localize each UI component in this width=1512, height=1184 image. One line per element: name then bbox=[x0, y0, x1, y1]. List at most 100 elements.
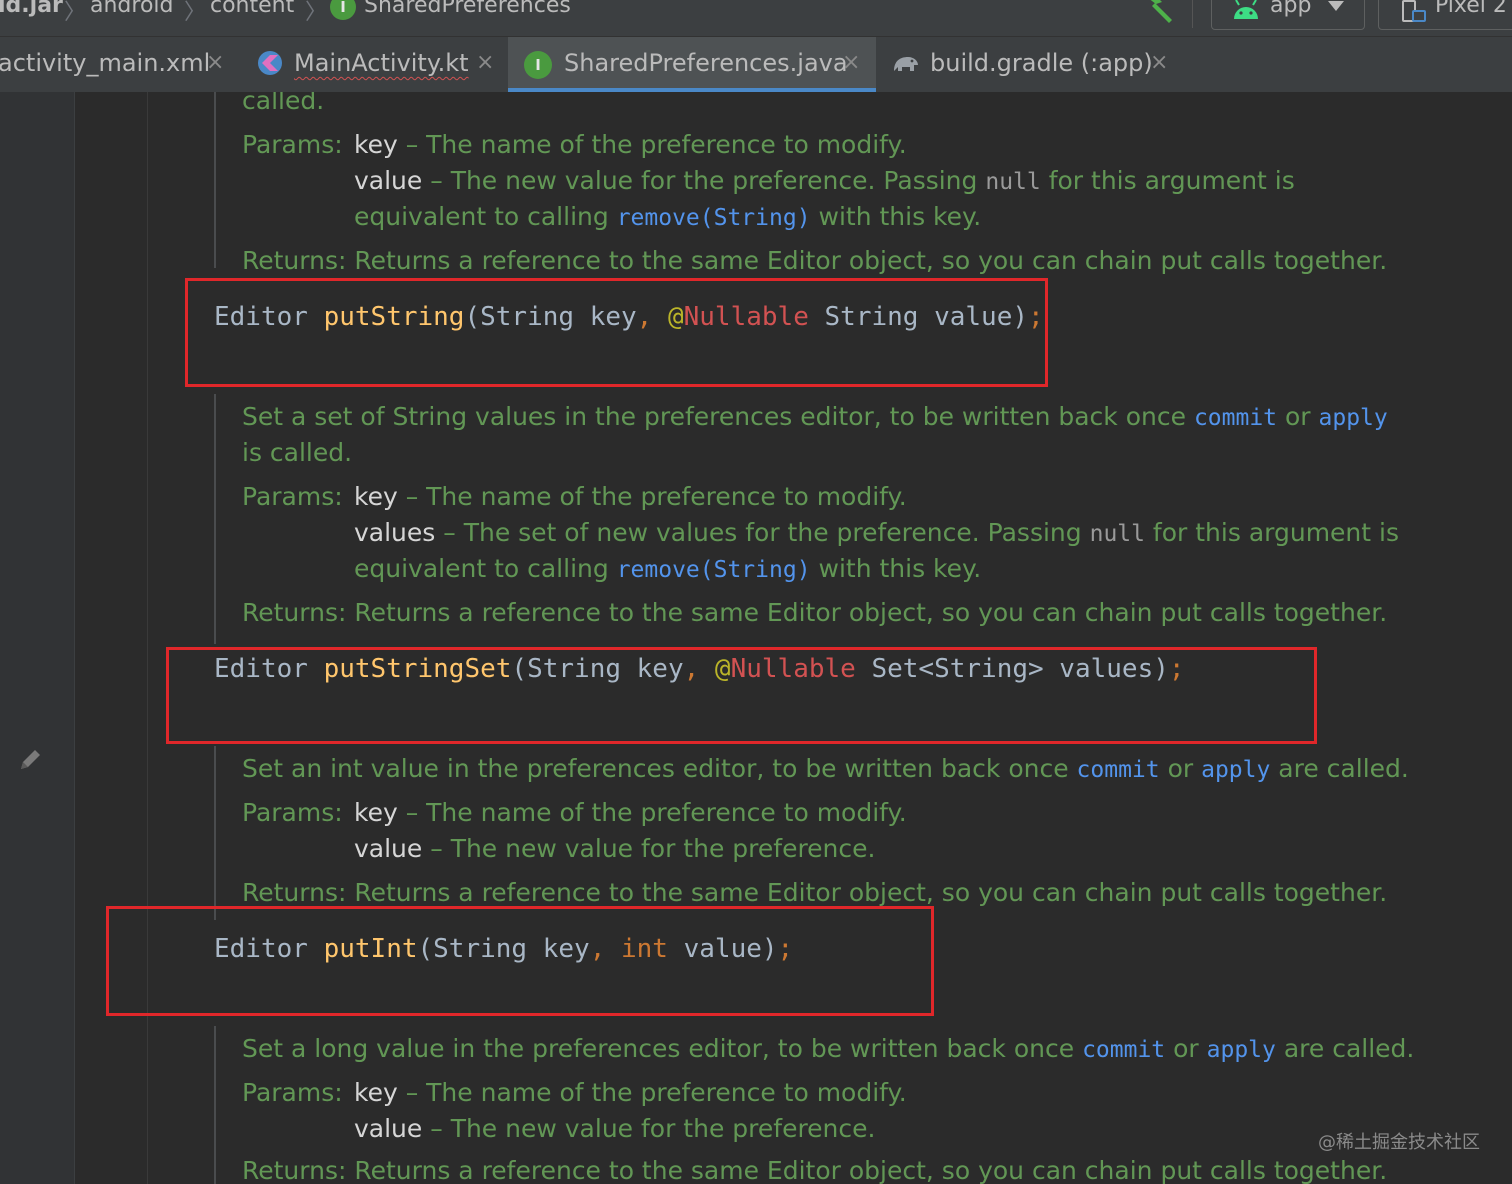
highlight-box-putint bbox=[106, 906, 934, 1016]
tab-sharedpreferences-java[interactable]: I SharedPreferences.java × bbox=[508, 37, 876, 92]
tab-activity-main-xml[interactable]: activity_main.xml × bbox=[0, 37, 240, 92]
tab-build-gradle[interactable]: build.gradle (:app) × bbox=[876, 37, 1176, 92]
doc-text-line: Set a set of String values in the prefer… bbox=[242, 402, 1388, 431]
breadcrumb-item-sharedpreferences[interactable]: SharedPreferences bbox=[364, 0, 571, 18]
doc-param-value: value – The new value for the preference… bbox=[354, 166, 1295, 195]
remove-link[interactable]: remove(String) bbox=[617, 557, 811, 583]
android-icon bbox=[1234, 0, 1258, 19]
doc-text: Set an int value in the preferences edit… bbox=[242, 754, 1077, 783]
apply-link[interactable]: apply bbox=[1207, 1037, 1276, 1063]
returns-text: Returns a reference to the same Editor o… bbox=[346, 878, 1388, 907]
param-description: – The name of the preference to modify. bbox=[397, 130, 907, 159]
doc-text-line: equivalent to calling remove(String) wit… bbox=[354, 554, 981, 583]
doc-comment-bar bbox=[214, 92, 216, 268]
param-description: – The name of the preference to modify. bbox=[397, 1078, 907, 1107]
doc-param-values: values – The set of new values for the p… bbox=[354, 518, 1399, 547]
null-literal: null bbox=[985, 169, 1041, 195]
build-hammer-icon[interactable] bbox=[1142, 0, 1176, 24]
returns-text: Returns a reference to the same Editor o… bbox=[346, 1156, 1388, 1184]
param-description: for this argument is bbox=[1144, 518, 1399, 547]
editor-gutter bbox=[0, 92, 75, 1184]
doc-text: Set a long value in the preferences edit… bbox=[242, 1034, 1083, 1063]
breadcrumb-item-content[interactable]: content bbox=[210, 0, 294, 18]
doc-returns-line: Returns: Returns a reference to the same… bbox=[242, 878, 1387, 907]
navigation-bar: id.jar 〉 android 〉 content 〉 I SharedPre… bbox=[0, 0, 1512, 37]
param-name: value bbox=[354, 834, 423, 863]
doc-text: equivalent to calling bbox=[354, 202, 617, 231]
params-label: Params: bbox=[242, 798, 343, 827]
kotlin-file-icon bbox=[258, 51, 282, 75]
tab-mainactivity-kt[interactable]: MainActivity.kt × bbox=[240, 37, 508, 92]
doc-params-line: Params: bbox=[242, 130, 343, 159]
breadcrumb-separator: 〉 bbox=[184, 0, 207, 25]
doc-param-value: value – The new value for the preference… bbox=[354, 1114, 875, 1143]
param-name: key bbox=[354, 1078, 398, 1107]
doc-text-line: is called. bbox=[242, 438, 352, 467]
returns-label: Returns: bbox=[242, 1156, 347, 1184]
doc-text: are called. bbox=[1275, 1034, 1415, 1063]
param-name: value bbox=[354, 166, 423, 195]
indent-guide bbox=[147, 92, 148, 1184]
doc-params-line: Params: bbox=[242, 798, 343, 827]
doc-text: or bbox=[1165, 1034, 1207, 1063]
pencil-icon[interactable] bbox=[16, 746, 44, 774]
close-icon[interactable]: × bbox=[1150, 50, 1168, 75]
doc-param-key: key – The name of the preference to modi… bbox=[354, 798, 907, 827]
breadcrumb-separator: 〉 bbox=[305, 0, 328, 25]
doc-returns-line: Returns: Returns a reference to the same… bbox=[242, 1156, 1387, 1184]
interface-icon: I bbox=[524, 51, 552, 79]
watermark: @稀土掘金技术社区 bbox=[1318, 1132, 1480, 1153]
doc-params-line: Params: bbox=[242, 1078, 343, 1107]
tab-label: SharedPreferences.java bbox=[564, 49, 848, 77]
toolbar-divider bbox=[1192, 0, 1193, 28]
close-icon[interactable]: × bbox=[842, 50, 860, 75]
apply-link[interactable]: apply bbox=[1319, 405, 1388, 431]
commit-link[interactable]: commit bbox=[1077, 757, 1160, 783]
returns-label: Returns: bbox=[242, 246, 347, 275]
doc-comment-bar bbox=[214, 746, 216, 920]
null-literal: null bbox=[1089, 521, 1145, 547]
highlight-box-putstringset bbox=[166, 647, 1317, 744]
param-name: key bbox=[354, 798, 398, 827]
doc-param-value: value – The new value for the preference… bbox=[354, 834, 875, 863]
device-selector-dropdown[interactable]: Pixel 2 bbox=[1378, 0, 1512, 30]
close-icon[interactable]: × bbox=[476, 50, 494, 75]
param-name: values bbox=[354, 518, 436, 547]
doc-param-key: key – The name of the preference to modi… bbox=[354, 130, 907, 159]
doc-returns-line: Returns: Returns a reference to the same… bbox=[242, 246, 1387, 275]
remove-link[interactable]: remove(String) bbox=[617, 205, 811, 231]
doc-text: or bbox=[1277, 402, 1319, 431]
chevron-down-icon bbox=[1328, 1, 1344, 11]
doc-text: called. bbox=[242, 92, 325, 115]
params-label: Params: bbox=[242, 1078, 343, 1107]
breadcrumb-separator: 〉 bbox=[64, 0, 87, 25]
breadcrumb-item-jar[interactable]: id.jar bbox=[0, 0, 63, 18]
doc-text-line: called. bbox=[242, 92, 324, 115]
run-configuration-label: app bbox=[1270, 0, 1312, 18]
returns-text: Returns a reference to the same Editor o… bbox=[346, 246, 1388, 275]
interface-icon: I bbox=[330, 0, 356, 20]
commit-link[interactable]: commit bbox=[1082, 1037, 1165, 1063]
doc-comment-bar bbox=[214, 1026, 216, 1184]
breadcrumb-item-android[interactable]: android bbox=[90, 0, 174, 18]
code-editor[interactable]: called. Params: key – The name of the pr… bbox=[0, 92, 1512, 1184]
param-description: – The set of new values for the preferen… bbox=[435, 518, 1090, 547]
doc-text: with this key. bbox=[810, 202, 982, 231]
close-icon[interactable]: × bbox=[206, 50, 224, 75]
gradle-elephant-icon bbox=[894, 57, 918, 71]
doc-text: equivalent to calling bbox=[354, 554, 617, 583]
doc-text: with this key. bbox=[810, 554, 982, 583]
doc-comment-bar bbox=[214, 394, 216, 644]
param-description: – The new value for the preference. bbox=[422, 1114, 876, 1143]
run-configuration-dropdown[interactable]: app bbox=[1211, 0, 1365, 30]
doc-param-key: key – The name of the preference to modi… bbox=[354, 482, 907, 511]
doc-text-line: equivalent to calling remove(String) wit… bbox=[354, 202, 981, 231]
apply-link[interactable]: apply bbox=[1201, 757, 1270, 783]
param-description: – The new value for the preference. bbox=[422, 834, 876, 863]
commit-link[interactable]: commit bbox=[1194, 405, 1277, 431]
param-name: key bbox=[354, 130, 398, 159]
returns-label: Returns: bbox=[242, 598, 347, 627]
editor-tab-bar: activity_main.xml × MainActivity.kt × I … bbox=[0, 37, 1512, 92]
returns-label: Returns: bbox=[242, 878, 347, 907]
param-description: – The name of the preference to modify. bbox=[397, 798, 907, 827]
